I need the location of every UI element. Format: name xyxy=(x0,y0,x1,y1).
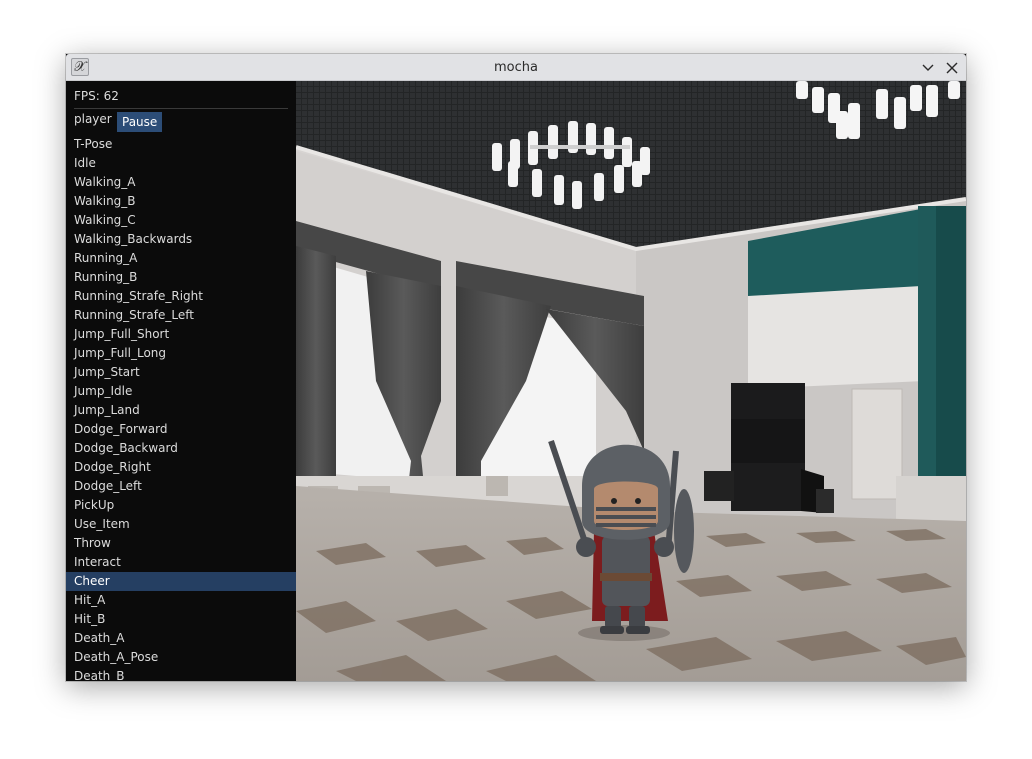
scene-render xyxy=(296,81,966,681)
title-bar[interactable]: 𝒳 mocha xyxy=(66,54,966,81)
animation-item[interactable]: Walking_B xyxy=(66,192,296,211)
animation-item[interactable]: Dodge_Right xyxy=(66,458,296,477)
close-icon xyxy=(946,62,958,74)
window-title: mocha xyxy=(494,60,538,75)
animation-item[interactable]: Jump_Full_Long xyxy=(66,344,296,363)
player-label: player xyxy=(74,112,112,126)
close-button[interactable] xyxy=(942,58,962,77)
animation-item[interactable]: Running_B xyxy=(66,268,296,287)
animation-item[interactable]: Idle xyxy=(66,154,296,173)
app-window: 𝒳 mocha FPS: 62 player Pause T-Pose Idle W… xyxy=(66,54,966,681)
animation-item[interactable]: Walking_C xyxy=(66,211,296,230)
animation-item[interactable]: Walking_Backwards xyxy=(66,230,296,249)
animation-item[interactable]: Dodge_Left xyxy=(66,477,296,496)
animation-list[interactable]: T-Pose Idle Walking_A Walking_B Walking_C Wal… xyxy=(66,135,296,681)
animation-item[interactable]: Running_Strafe_Left xyxy=(66,306,296,325)
divider xyxy=(74,108,288,109)
3d-viewport[interactable] xyxy=(296,81,966,681)
animation-item[interactable]: Jump_Land xyxy=(66,401,296,420)
animation-item[interactable]: Hit_A xyxy=(66,591,296,610)
animation-item[interactable]: Death_B xyxy=(66,667,296,681)
animation-item[interactable]: Death_A xyxy=(66,629,296,648)
animation-item[interactable]: Hit_B xyxy=(66,610,296,629)
animation-item[interactable]: Running_A xyxy=(66,249,296,268)
animation-item[interactable]: Interact xyxy=(66,553,296,572)
fps-counter: FPS: 62 xyxy=(74,89,119,103)
animation-panel: FPS: 62 player Pause T-Pose Idle Walking_A… xyxy=(66,81,296,681)
minimize-button[interactable] xyxy=(918,58,938,77)
animation-item[interactable]: Dodge_Forward xyxy=(66,420,296,439)
pause-button[interactable]: Pause xyxy=(117,112,163,132)
animation-item[interactable]: Throw xyxy=(66,534,296,553)
animation-item[interactable]: Death_A_Pose xyxy=(66,648,296,667)
chevron-down-icon xyxy=(922,64,934,71)
animation-item[interactable]: Cheer xyxy=(66,572,296,591)
animation-item[interactable]: Jump_Full_Short xyxy=(66,325,296,344)
animation-item[interactable]: T-Pose xyxy=(66,135,296,154)
animation-item[interactable]: Jump_Start xyxy=(66,363,296,382)
animation-item[interactable]: Running_Strafe_Right xyxy=(66,287,296,306)
animation-item[interactable]: Use_Item xyxy=(66,515,296,534)
animation-item[interactable]: Walking_A xyxy=(66,173,296,192)
animation-item[interactable]: Jump_Idle xyxy=(66,382,296,401)
animation-item[interactable]: Dodge_Backward xyxy=(66,439,296,458)
animation-item[interactable]: PickUp xyxy=(66,496,296,515)
